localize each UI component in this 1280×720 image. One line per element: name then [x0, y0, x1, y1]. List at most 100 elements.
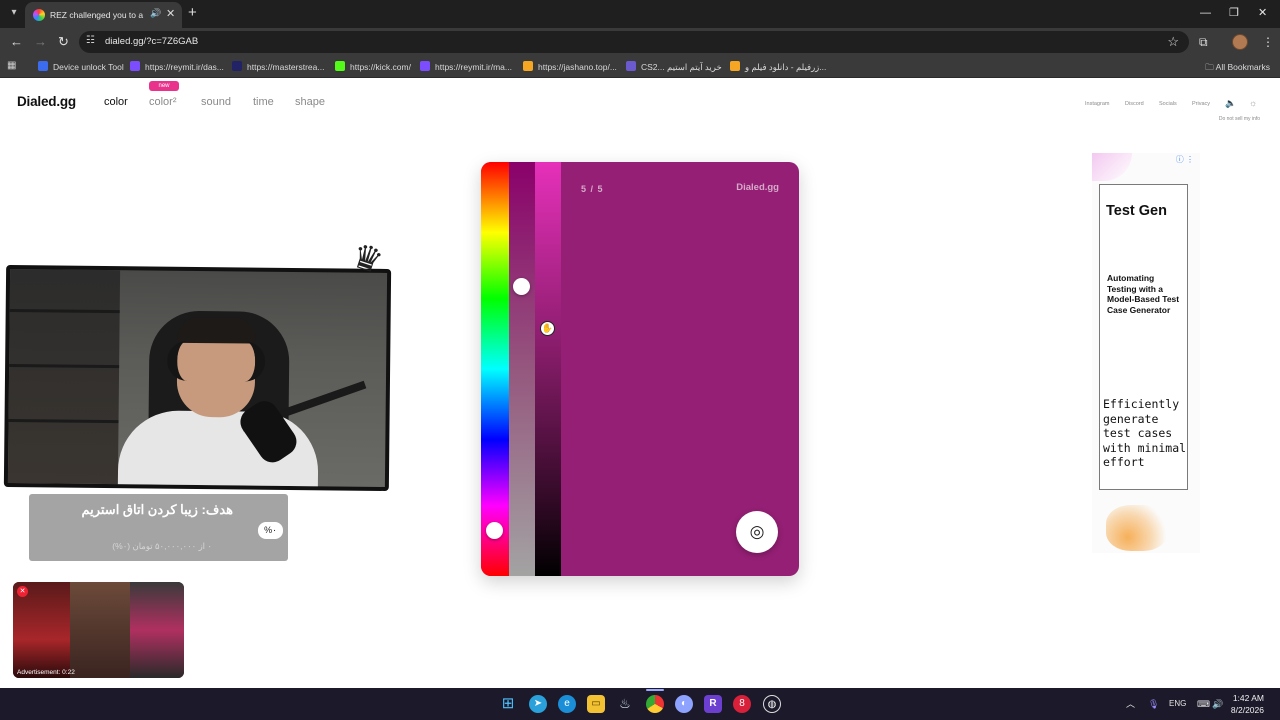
webcam-overlay	[3, 264, 392, 492]
language-indicator[interactable]: ENG	[1169, 697, 1186, 711]
obs-icon[interactable]: ◍	[763, 695, 781, 713]
windows-start-icon[interactable]: ⊞	[499, 695, 517, 713]
windows-taskbar: ⊞ ➤ e ▭ ♨ ◐ R 8 ◍ ︿ 🎙 ENG ⌨ 🔊 1:42 AM 8/…	[0, 688, 1280, 720]
link-discord[interactable]: Discord	[1125, 101, 1144, 107]
bookmark-favicon-icon	[420, 61, 430, 71]
submit-guess-button[interactable]: ◎	[736, 511, 778, 553]
bookmark-item[interactable]: https://jashano.top/...	[523, 60, 617, 74]
bookmark-item[interactable]: CS2... خرید آیتم استیم	[626, 60, 722, 74]
nav-color-squared[interactable]: color²	[149, 96, 177, 108]
shelf-line	[9, 364, 120, 369]
speaker-icon[interactable]: 🔊	[150, 8, 161, 19]
link-privacy[interactable]: Privacy	[1192, 101, 1210, 107]
reload-icon[interactable]: ↻	[58, 34, 69, 50]
forward-icon[interactable]: →	[34, 34, 47, 50]
saturation-slider[interactable]	[509, 162, 535, 576]
bookmark-item[interactable]: https://reymit.ir/das...	[130, 60, 224, 74]
profile-avatar[interactable]	[1232, 34, 1248, 50]
edge-icon[interactable]: e	[558, 695, 576, 713]
ad-info-icon[interactable]: ⓘ ⋮	[1176, 154, 1194, 165]
color-game-card: ✋ 5 / 5 Dialed.gg ◎	[481, 162, 799, 576]
bookmark-item[interactable]: Device unlock Tool	[38, 60, 124, 74]
rider-app-icon[interactable]: R	[704, 695, 722, 713]
site-info-icon[interactable]: ☷	[86, 35, 95, 46]
tray-chevron-icon[interactable]: ︿	[1126, 697, 1135, 711]
site-logo[interactable]: Dialed.gg	[17, 94, 76, 109]
hue-slider-knob[interactable]	[486, 522, 503, 539]
do-not-sell-link[interactable]: Do not sell my info	[1219, 116, 1260, 122]
saturation-slider-knob[interactable]	[513, 278, 530, 295]
bookmark-label: https://reymit.ir/ma...	[435, 62, 512, 72]
folder-icon: 🗀	[1205, 62, 1216, 72]
hand-cursor-icon: ✋	[540, 321, 555, 336]
menu-kebab-icon[interactable]: ⋮	[1262, 34, 1274, 50]
link-socials[interactable]: Socials	[1159, 101, 1177, 107]
back-icon[interactable]: ←	[10, 34, 23, 50]
extensions-icon[interactable]: ⧉	[1199, 34, 1208, 50]
goal-percent-badge: %۰	[258, 522, 283, 539]
bookmark-item[interactable]: https://masterstrea...	[232, 60, 324, 74]
bookmark-label: زرفیلم - دانلود فیلم و...	[745, 62, 827, 72]
browser-toolbar: ← → ↻ ☷ dialed.gg/?c=7Z6GAB ☆ ⧉ ⋮	[0, 28, 1280, 56]
bookmark-label: https://kick.com/	[350, 62, 411, 72]
close-icon[interactable]: ✕	[166, 7, 175, 20]
screen: ▾ REZ challenged you to a co 🔊 ✕ + — ❐ ✕…	[0, 0, 1280, 720]
all-bookmarks-label: All Bookmarks	[1215, 62, 1270, 72]
browser-tab[interactable]: REZ challenged you to a co 🔊 ✕	[25, 2, 182, 28]
telegram-icon[interactable]: ➤	[529, 695, 547, 713]
bookmark-star-icon[interactable]: ☆	[1167, 34, 1179, 50]
bookmark-item[interactable]: زرفیلم - دانلود فیلم و...	[730, 60, 826, 74]
all-bookmarks-button[interactable]: 🗀 All Bookmarks	[1205, 60, 1270, 74]
volume-icon[interactable]: 🔊	[1212, 697, 1223, 711]
bookmark-item[interactable]: https://reymit.ir/ma...	[420, 60, 512, 74]
lightness-slider[interactable]	[535, 162, 561, 576]
nav-time[interactable]: time	[253, 96, 274, 108]
hue-slider[interactable]	[481, 162, 509, 576]
site-favicon-icon	[33, 9, 45, 21]
bookmark-favicon-icon	[130, 61, 140, 71]
browser-tab-bar: ▾ REZ challenged you to a co 🔊 ✕ + — ❐ ✕	[0, 0, 1280, 28]
tab-search-icon[interactable]: ▾	[6, 5, 22, 21]
round-counter: 5 / 5	[581, 184, 604, 194]
headphones	[166, 340, 266, 382]
close-window-icon[interactable]: ✕	[1258, 6, 1267, 20]
ad-countdown: Advertisement: 0:22	[17, 669, 75, 676]
chrome-icon[interactable]	[646, 695, 664, 713]
close-icon[interactable]: ✕	[17, 586, 28, 597]
nav-color[interactable]: color	[104, 96, 128, 108]
ad-image	[1106, 505, 1168, 551]
red-app-icon[interactable]: 8	[733, 695, 751, 713]
nav-shape[interactable]: shape	[295, 96, 325, 108]
steam-icon[interactable]: ♨	[616, 695, 634, 713]
theme-toggle-icon[interactable]: ☼	[1249, 98, 1257, 108]
nav-sound[interactable]: sound	[201, 96, 231, 108]
sound-toggle-icon[interactable]: 🔈	[1225, 98, 1236, 109]
streamer-hair	[177, 316, 256, 344]
address-bar[interactable]: ☷ dialed.gg/?c=7Z6GAB ☆	[79, 31, 1189, 53]
file-explorer-icon[interactable]: ▭	[587, 695, 605, 713]
clock-date[interactable]: 8/2/2026	[1231, 705, 1264, 715]
clock-time[interactable]: 1:42 AM	[1233, 693, 1264, 703]
mic-icon[interactable]: 🎙	[1148, 697, 1159, 711]
link-instagram[interactable]: Instagram	[1085, 101, 1109, 107]
page-content: Dialed.gg color new color² sound time sh…	[0, 79, 1280, 688]
minimize-icon[interactable]: —	[1200, 6, 1211, 20]
url-text[interactable]: dialed.gg/?c=7Z6GAB	[105, 36, 198, 48]
goal-title: هدف: زیبا کردن اتاق استریم	[81, 502, 233, 517]
ad-title: Test Gen	[1106, 203, 1167, 219]
active-app-indicator	[646, 689, 664, 691]
video-ad-overlay[interactable]: ✕ Advertisement: 0:22	[13, 582, 184, 678]
bookmarks-bar: ▦ Device unlock Tool https://reymit.ir/d…	[0, 56, 1280, 78]
restore-icon[interactable]: ❐	[1229, 6, 1239, 20]
network-icon[interactable]: ⌨	[1197, 697, 1210, 711]
bookmark-favicon-icon	[38, 61, 48, 71]
video-ad-frame	[70, 582, 130, 678]
new-tab-button[interactable]: +	[188, 4, 197, 22]
ad-content-box[interactable]: Test Gen Automating Testing with a Model…	[1099, 184, 1188, 490]
shelf-background	[7, 269, 121, 485]
discord-icon[interactable]: ◐	[675, 695, 693, 713]
sidebar-ad[interactable]: ⓘ ⋮ Test Gen Automating Testing with a M…	[1092, 153, 1200, 553]
apps-grid-icon[interactable]: ▦	[7, 60, 19, 72]
ad-decoration	[1092, 153, 1132, 181]
bookmark-item[interactable]: https://kick.com/	[335, 60, 411, 74]
